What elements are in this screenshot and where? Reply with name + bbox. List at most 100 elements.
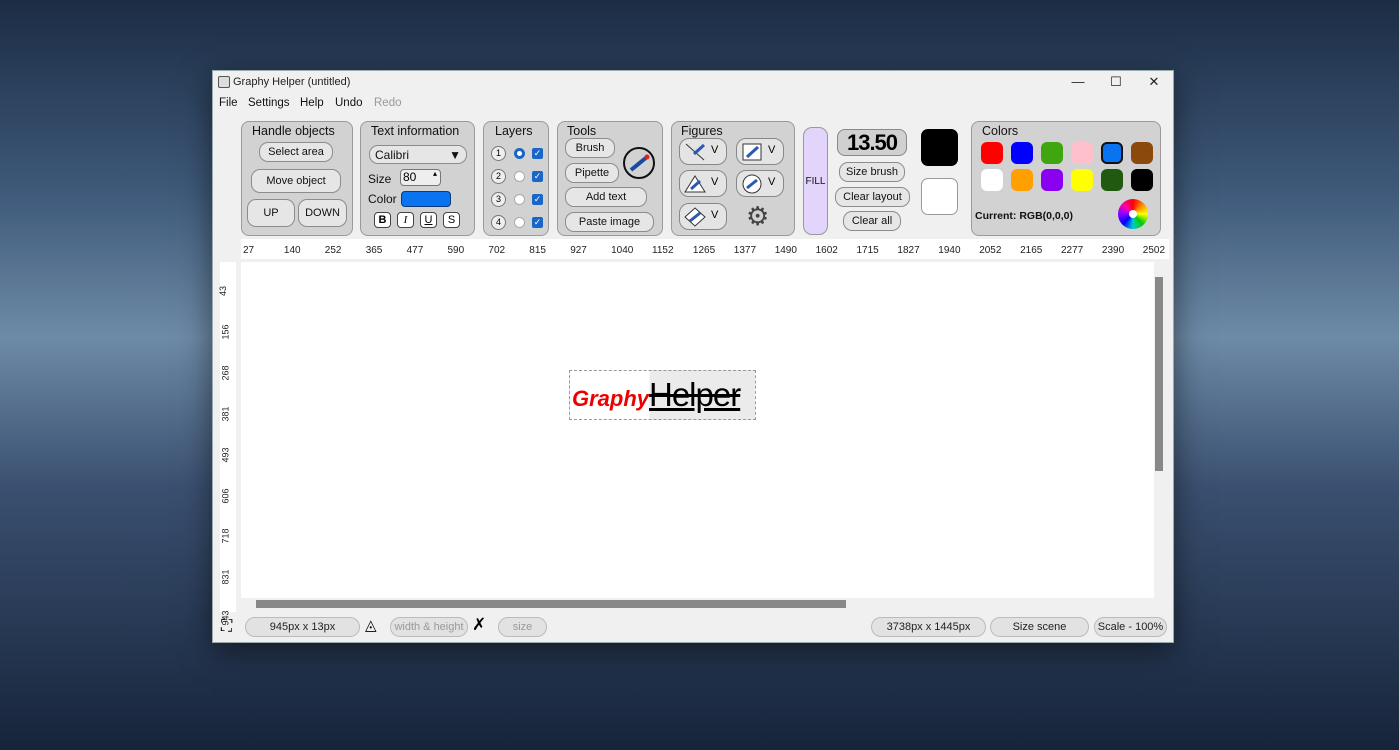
menu-file[interactable]: File bbox=[219, 97, 238, 109]
app-window: Graphy Helper (untitled) — ☐ ✕ File Sett… bbox=[212, 70, 1174, 643]
down-button[interactable]: DOWN bbox=[298, 199, 347, 227]
layer-2-radio[interactable] bbox=[514, 171, 525, 182]
color-swatch[interactable] bbox=[1071, 142, 1093, 164]
size-stepper[interactable]: 80 ▴ bbox=[400, 169, 441, 186]
strikethrough-button[interactable]: S bbox=[443, 212, 460, 228]
brush-size-display: 13.50 bbox=[837, 129, 907, 156]
ruler-tick-label: 252 bbox=[324, 245, 342, 256]
width-height-field[interactable]: width & height bbox=[390, 617, 468, 637]
figures-group: Figures V V V V V ⚙ bbox=[671, 121, 795, 236]
group-title: Handle objects bbox=[252, 124, 335, 138]
ruler-tick-label: 718 bbox=[220, 528, 231, 544]
minimize-button[interactable]: — bbox=[1059, 71, 1097, 93]
underline-button[interactable]: U bbox=[420, 212, 437, 228]
layer-1-radio[interactable] bbox=[514, 148, 525, 159]
ruler-tick-label: 140 bbox=[283, 245, 301, 256]
text-color-swatch[interactable] bbox=[401, 191, 451, 207]
secondary-color-swatch[interactable] bbox=[921, 178, 958, 215]
color-swatch[interactable] bbox=[1071, 169, 1093, 191]
scale-button[interactable]: Scale - 100% bbox=[1094, 617, 1167, 637]
maximize-button[interactable]: ☐ bbox=[1097, 71, 1135, 93]
circle-icon bbox=[742, 174, 762, 194]
size-brush-button[interactable]: Size brush bbox=[839, 162, 905, 182]
color-swatch[interactable] bbox=[981, 142, 1003, 164]
color-swatch[interactable] bbox=[1011, 169, 1033, 191]
primary-color-swatch[interactable] bbox=[921, 129, 958, 166]
menu-help[interactable]: Help bbox=[300, 97, 324, 109]
dropdown-icon[interactable]: V bbox=[711, 209, 718, 221]
move-object-button[interactable]: Move object bbox=[251, 169, 341, 193]
ruler-tick-label: 1602 bbox=[815, 245, 838, 256]
menu-undo[interactable]: Undo bbox=[335, 97, 363, 109]
add-text-button[interactable]: Add text bbox=[565, 187, 647, 207]
layer-2-visible-checkbox[interactable]: ✓ bbox=[532, 171, 543, 182]
layer-1-visible-checkbox[interactable]: ✓ bbox=[532, 148, 543, 159]
rhombus-tool-button[interactable]: V bbox=[679, 203, 727, 230]
stepper-icon[interactable]: ▴ bbox=[433, 169, 437, 178]
ruler-tick-label: 2052 bbox=[979, 245, 1002, 256]
app-icon bbox=[218, 76, 230, 88]
color-swatch[interactable] bbox=[1101, 142, 1123, 164]
rectangle-icon bbox=[742, 143, 762, 161]
size-field[interactable]: size bbox=[498, 617, 547, 637]
vertical-scrollbar-thumb[interactable] bbox=[1155, 277, 1163, 471]
close-button[interactable]: ✕ bbox=[1135, 71, 1173, 93]
ruler-tick-label: 1940 bbox=[938, 245, 961, 256]
horizontal-ruler: 27 140 252 365 477 590 702 815 927 1040 1152 1265 13… bbox=[241, 239, 1169, 259]
italic-button[interactable]: I bbox=[397, 212, 414, 228]
layer-3-radio[interactable] bbox=[514, 194, 525, 205]
ruler-tick-label: 1152 bbox=[652, 245, 674, 256]
layer-4-radio[interactable] bbox=[514, 217, 525, 228]
brush-pen-icon[interactable] bbox=[622, 146, 656, 180]
clear-layout-button[interactable]: Clear layout bbox=[835, 187, 910, 207]
brush-button[interactable]: Brush bbox=[565, 138, 615, 158]
color-label: Color bbox=[368, 192, 397, 206]
ruler-tick-label: 702 bbox=[488, 245, 506, 256]
horizontal-scrollbar-thumb[interactable] bbox=[256, 600, 846, 608]
line-icon bbox=[685, 143, 706, 161]
fill-toggle[interactable]: FILL bbox=[803, 127, 828, 235]
canvas-text-helper: Helper bbox=[649, 376, 741, 413]
size-scene-button[interactable]: Size scene bbox=[990, 617, 1089, 637]
color-swatch[interactable] bbox=[1041, 169, 1063, 191]
layer-4-visible-checkbox[interactable]: ✓ bbox=[532, 217, 543, 228]
group-title: Colors bbox=[982, 124, 1019, 138]
tools-group: Tools Brush Pipette Add text Paste image bbox=[557, 121, 663, 236]
ruler-tick-label: 927 bbox=[570, 245, 587, 256]
canvas-text-graphy: Graphy bbox=[572, 386, 650, 411]
clear-all-button[interactable]: Clear all bbox=[843, 211, 901, 231]
color-swatch[interactable] bbox=[981, 169, 1003, 191]
triangle-tool-button[interactable]: V bbox=[679, 170, 727, 197]
menu-settings[interactable]: Settings bbox=[248, 97, 290, 109]
shapes-icon: ◬ bbox=[365, 617, 377, 634]
ruler-tick-label: 2277 bbox=[1061, 245, 1084, 256]
tools-cross-icon: ✗ bbox=[472, 615, 487, 634]
color-swatch[interactable] bbox=[1011, 142, 1033, 164]
window-title: Graphy Helper (untitled) bbox=[233, 76, 351, 88]
dropdown-icon[interactable]: V bbox=[768, 176, 775, 188]
text-object[interactable]: Graphy Helper bbox=[569, 370, 756, 420]
color-swatch[interactable] bbox=[1101, 169, 1123, 191]
color-swatch[interactable] bbox=[1131, 142, 1153, 164]
dropdown-icon[interactable]: V bbox=[768, 144, 775, 156]
font-select[interactable]: Calibri ▼ bbox=[369, 145, 467, 164]
menu-redo[interactable]: Redo bbox=[374, 97, 402, 109]
pipette-button[interactable]: Pipette bbox=[565, 163, 619, 183]
ellipse-tool-button[interactable]: V bbox=[736, 170, 784, 197]
up-button[interactable]: UP bbox=[247, 199, 295, 227]
figure-settings-gear-icon[interactable]: ⚙ bbox=[746, 202, 769, 230]
bold-button[interactable]: B bbox=[374, 212, 391, 228]
line-tool-button[interactable]: V bbox=[679, 138, 727, 165]
color-swatch[interactable] bbox=[1041, 142, 1063, 164]
drawing-canvas[interactable]: Graphy Helper bbox=[241, 262, 1154, 598]
ruler-tick-label: 606 bbox=[220, 487, 231, 504]
layer-3-visible-checkbox[interactable]: ✓ bbox=[532, 194, 543, 205]
select-area-button[interactable]: Select area bbox=[259, 142, 333, 162]
color-wheel-icon[interactable] bbox=[1118, 199, 1148, 229]
dropdown-icon[interactable]: V bbox=[711, 176, 718, 188]
ruler-tick-label: 43 bbox=[218, 285, 229, 297]
paste-image-button[interactable]: Paste image bbox=[565, 212, 654, 232]
rectangle-tool-button[interactable]: V bbox=[736, 138, 784, 165]
color-swatch[interactable] bbox=[1131, 169, 1153, 191]
dropdown-icon[interactable]: V bbox=[711, 144, 718, 156]
